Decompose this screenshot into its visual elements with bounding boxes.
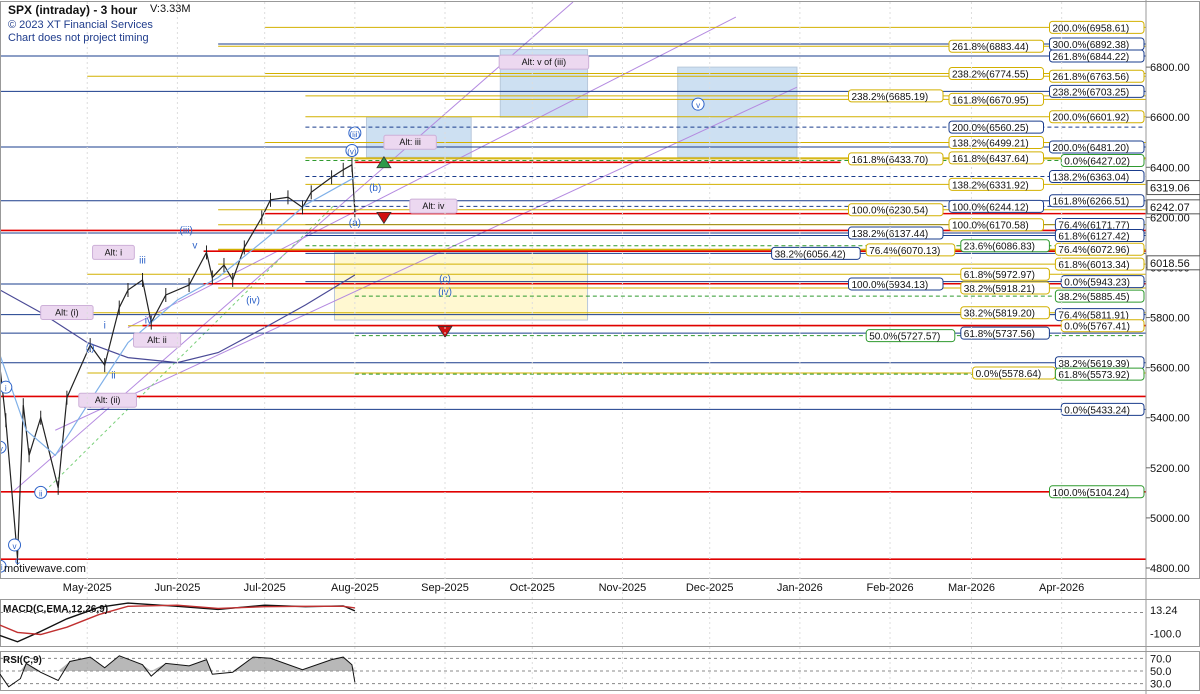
chart-stage: 200.0%(6958.61) 300.0%(6892.38) 261.8%(688… <box>0 0 1200 694</box>
x-tick-label: Feb-2026 <box>866 582 913 594</box>
x-tick-label: Dec-2025 <box>686 582 734 594</box>
fib-label: 0.0%(5578.64) <box>976 369 1042 380</box>
wave-label: v <box>13 542 17 551</box>
fib-label: 138.2%(6331.92) <box>952 180 1029 191</box>
x-tick-label: Oct-2025 <box>510 582 555 594</box>
chart-title: SPX (intraday) - 3 hour <box>8 3 138 17</box>
wave-label: i <box>5 384 7 393</box>
fib-label: 200.0%(6601.92) <box>1053 113 1130 124</box>
x-tick-label: Sep-2025 <box>421 582 469 594</box>
wave-label: (b) <box>369 183 381 194</box>
y-tick-label: 5400.00 <box>1150 413 1190 425</box>
fib-label: 38.2%(5918.21) <box>964 284 1035 295</box>
rsi-tick-label: 70.0 <box>1150 653 1171 665</box>
alt-label: Alt: i <box>105 247 123 257</box>
fib-label: 38.2%(5885.45) <box>1058 292 1129 303</box>
copyright-text: © 2023 XT Financial Services <box>8 19 153 31</box>
fib-label: 61.8%(6127.42) <box>1058 232 1129 243</box>
wave-label: (iv) <box>246 296 260 307</box>
wave-label: ii <box>111 371 115 382</box>
fib-label: 0.0%(5767.41) <box>1064 322 1130 333</box>
alt-label: Alt: (ii) <box>95 395 121 405</box>
macd-label: MACD(C,EMA,12,26,9) <box>3 604 109 615</box>
fib-label: 100.0%(6170.58) <box>952 221 1029 232</box>
x-tick-label: Jun-2025 <box>154 582 200 594</box>
fib-label: 161.8%(6670.95) <box>952 95 1029 106</box>
x-tick-label: Jan-2026 <box>777 582 823 594</box>
y-tick-label: 6600.00 <box>1150 112 1190 124</box>
fib-label: 23.6%(6086.83) <box>964 242 1035 253</box>
price-tag: 6242.07 <box>1150 202 1190 214</box>
wave-label: iv <box>145 316 152 327</box>
fib-label: 261.8%(6844.22) <box>1053 52 1130 63</box>
fib-label: 0.0%(5943.23) <box>1064 278 1130 289</box>
fib-label: 61.8%(6013.34) <box>1058 260 1129 271</box>
target-zone <box>677 66 798 158</box>
y-tick-label: 6400.00 <box>1150 162 1190 174</box>
fib-label: 0.0%(5433.24) <box>1064 405 1130 416</box>
macd-tick-label: 13.24 <box>1150 605 1178 617</box>
alt-label: Alt: iii <box>399 137 421 147</box>
chart-svg: 200.0%(6958.61) 300.0%(6892.38) 261.8%(688… <box>0 0 1200 694</box>
fib-label: 261.8%(6763.56) <box>1053 72 1130 83</box>
fib-label: 161.8%(6433.70) <box>852 155 929 166</box>
price-tag: 6319.06 <box>1150 183 1190 195</box>
brand-watermark: motivewave.com <box>4 563 86 575</box>
fib-label: 100.0%(6244.12) <box>952 202 1029 213</box>
fib-label: 38.2%(6056.42) <box>775 249 846 260</box>
x-tick-label: Aug-2025 <box>331 582 379 594</box>
fib-label: 100.0%(5104.24) <box>1053 488 1130 499</box>
fib-label: 200.0%(6958.61) <box>1053 23 1130 34</box>
y-tick-label: 5800.00 <box>1150 313 1190 325</box>
x-tick-label: Jul-2025 <box>244 582 286 594</box>
rsi-label: RSI(C,9) <box>3 655 42 666</box>
alt-label: Alt: iv <box>422 201 445 211</box>
y-tick-label: 5600.00 <box>1150 363 1190 375</box>
wave-label: (iii) <box>179 225 192 236</box>
fib-label: 300.0%(6892.38) <box>1053 40 1130 51</box>
volume-readout: V:3.33M <box>150 3 191 15</box>
rsi-tick-label: 50.0 <box>1150 666 1171 678</box>
alt-label: Alt: v of (iii) <box>522 57 567 67</box>
x-tick-label: Apr-2026 <box>1039 582 1084 594</box>
rsi-tick-label: 30.0 <box>1150 679 1171 691</box>
price-tag: 6018.56 <box>1150 258 1190 270</box>
fib-label: 61.8%(5737.56) <box>964 329 1035 340</box>
wave-label: v <box>696 101 700 110</box>
wave-label: ii <box>39 489 43 498</box>
fib-label: 50.0%(5727.57) <box>869 332 940 343</box>
x-tick-label: Nov-2025 <box>599 582 647 594</box>
fib-label: 161.8%(6266.51) <box>1053 197 1130 208</box>
alt-label: Alt: (i) <box>55 308 79 318</box>
fib-label: 200.0%(6481.20) <box>1053 143 1130 154</box>
y-tick-label: 5000.00 <box>1150 513 1190 525</box>
fib-label: 0.0%(6427.02) <box>1064 157 1130 168</box>
fib-label: 61.8%(5972.97) <box>964 270 1035 281</box>
fib-label: 61.8%(5573.92) <box>1058 370 1129 381</box>
wave-label: i <box>104 321 106 332</box>
y-tick-label: 6800.00 <box>1150 62 1190 74</box>
fib-label: 261.8%(6883.44) <box>952 42 1029 53</box>
wave-label: v <box>192 240 197 251</box>
fib-label: 76.4%(6070.13) <box>869 246 940 257</box>
fib-label: 138.2%(6499.21) <box>952 138 1029 149</box>
fib-label: 138.2%(6363.04) <box>1053 173 1130 184</box>
fib-label: 238.2%(6703.25) <box>1053 87 1130 98</box>
macd-tick-label: -100.0 <box>1150 628 1181 640</box>
fib-label: 161.8%(6437.64) <box>952 154 1029 165</box>
wave-label: (v) <box>347 148 357 157</box>
x-tick-label: May-2025 <box>63 582 112 594</box>
disclaimer-text: Chart does not project timing <box>8 32 149 44</box>
fib-label: 76.4%(6072.96) <box>1058 245 1129 256</box>
alt-label: Alt: ii <box>147 335 167 345</box>
fib-label: 238.2%(6774.55) <box>952 69 1029 80</box>
fib-label: 100.0%(5934.13) <box>852 280 929 291</box>
x-tick-label: Mar-2026 <box>948 582 995 594</box>
wave-label: iii <box>139 255 146 266</box>
y-tick-label: 4800.00 <box>1150 563 1190 575</box>
fib-label: 200.0%(6560.25) <box>952 123 1029 134</box>
y-tick-label: 5200.00 <box>1150 463 1190 475</box>
fib-label: 38.2%(5819.20) <box>964 309 1035 320</box>
target-zone <box>333 251 589 321</box>
